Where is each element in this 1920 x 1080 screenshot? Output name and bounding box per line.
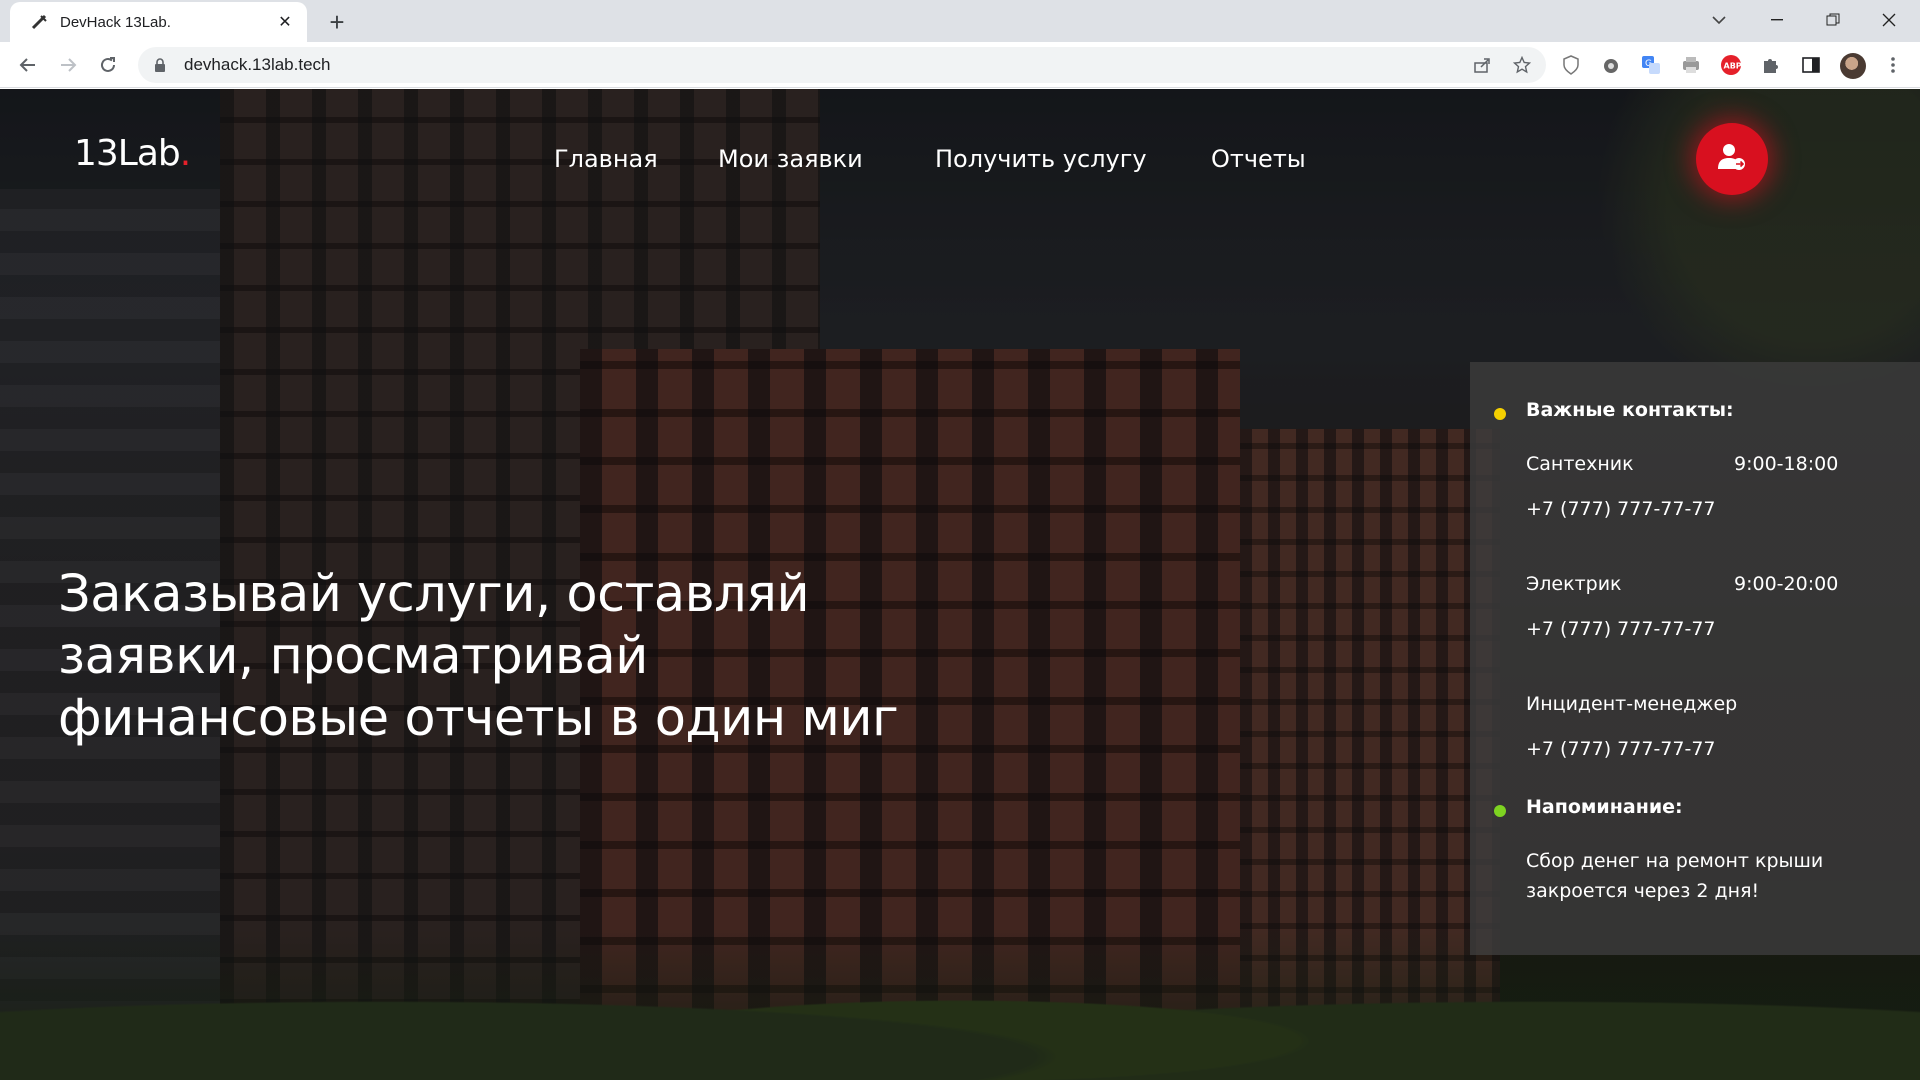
tab-title: DevHack 13Lab. [60,13,171,31]
forward-arrow-icon[interactable] [52,49,84,81]
bookmark-star-icon[interactable] [1512,55,1532,75]
address-bar[interactable]: devhack.13lab.tech [138,47,1546,83]
tab-strip: DevHack 13Lab. ✕ + [0,0,1920,42]
contacts-panel: Важные контакты: Сантехник 9:00-18:00 +7… [1470,362,1920,955]
contact-phone[interactable]: +7 (777) 777-77-77 [1526,498,1716,520]
adblock-extension-icon[interactable]: ABP [1720,54,1742,76]
nav-link-get-service[interactable]: Получить услугу [935,145,1147,173]
lock-icon[interactable] [152,57,168,73]
profile-avatar[interactable] [1840,53,1866,79]
contact-role: Сантехник [1526,453,1634,475]
contact-phone[interactable]: +7 (777) 777-77-77 [1526,618,1716,640]
browser-tab[interactable]: DevHack 13Lab. ✕ [10,2,307,42]
site-logo[interactable]: 13Lab. [74,133,191,174]
hero-line: заявки, просматривай [58,627,648,686]
reminder-text: закроется через 2 дня! [1526,880,1760,902]
puzzle-extensions-icon[interactable] [1760,54,1782,76]
side-panel-icon[interactable] [1800,54,1822,76]
printer-extension-icon[interactable] [1680,54,1702,76]
site-favicon-icon [30,12,50,32]
contact-role: Электрик [1526,573,1622,595]
browser-menu-icon[interactable] [1882,54,1904,76]
new-tab-button[interactable]: + [320,6,354,38]
reminder-bullet [1494,805,1506,817]
restore-button[interactable] [1806,0,1860,40]
contacts-heading: Важные контакты: [1526,399,1734,421]
hero-heading: Заказывай услуги, оставляй заявки, просм… [58,564,958,750]
reminder-heading: Напоминание: [1526,796,1683,818]
nav-link-my-requests[interactable]: Мои заявки [718,145,863,173]
contact-role: Инцидент-менеджер [1526,693,1738,715]
nav-link-home[interactable]: Главная [554,145,658,173]
svg-text:ABP: ABP [1724,62,1742,71]
reload-icon[interactable] [92,49,124,81]
close-window-button[interactable] [1862,0,1916,40]
camera-extension-icon[interactable] [1600,54,1622,76]
contact-hours: 9:00-20:00 [1734,573,1839,595]
minimize-button[interactable] [1750,0,1804,40]
reminder-text: Сбор денег на ремонт крыши [1526,850,1824,872]
hero-line: Заказывай услуги, оставляй [58,565,810,624]
share-icon[interactable] [1472,55,1492,75]
tab-search-chevron-icon[interactable] [1692,0,1746,40]
nav-link-reports[interactable]: Отчеты [1211,145,1306,173]
url-text: devhack.13lab.tech [184,55,331,74]
close-tab-icon[interactable]: ✕ [275,12,295,32]
browser-toolbar: devhack.13lab.tech G ABP [0,42,1920,88]
shield-extension-icon[interactable] [1560,54,1582,76]
hero-line: финансовые отчеты в один миг [58,689,899,748]
user-logout-button[interactable] [1696,123,1768,195]
web-page: 13Lab. Главная Мои заявки Получить услуг… [0,89,1920,1080]
contact-hours: 9:00-18:00 [1734,453,1839,475]
logo-dot: . [179,133,191,174]
user-logout-icon [1717,142,1747,177]
contacts-bullet [1494,408,1506,420]
translate-extension-icon[interactable]: G [1640,54,1662,76]
contact-phone[interactable]: +7 (777) 777-77-77 [1526,738,1716,760]
back-arrow-icon[interactable] [12,49,44,81]
logo-text: 13Lab [74,133,181,174]
